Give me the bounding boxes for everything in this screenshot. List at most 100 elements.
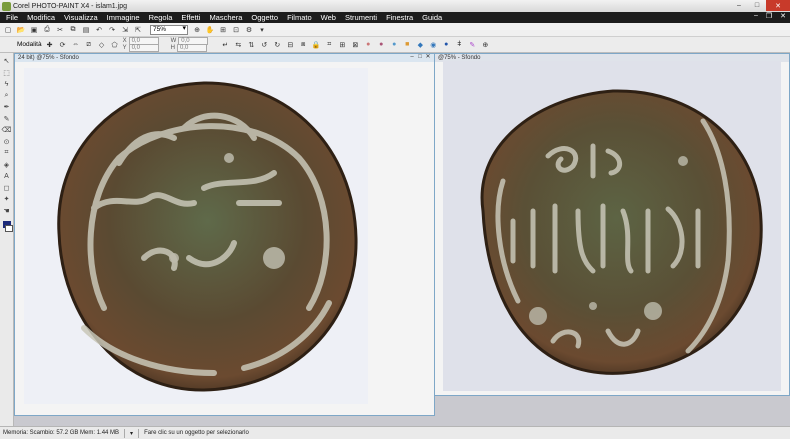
- doc1-minimize-button[interactable]: –: [408, 54, 416, 61]
- mode-normal-icon[interactable]: ✚: [45, 40, 55, 50]
- h-label: H: [170, 45, 175, 51]
- menu-finestra[interactable]: Finestra: [386, 13, 413, 22]
- zoom-tool-icon[interactable]: ⌕: [2, 91, 12, 101]
- scale-icon[interactable]: ⇔: [71, 40, 81, 50]
- zoom-icon[interactable]: ⊕: [192, 25, 202, 35]
- merge-icon[interactable]: ⊠: [350, 40, 360, 50]
- redo-icon[interactable]: ↷: [107, 25, 117, 35]
- doc1-maximize-button[interactable]: □: [416, 54, 424, 61]
- eyedropper-icon[interactable]: ✒: [2, 102, 12, 112]
- doc-close-button[interactable]: ✕: [780, 12, 786, 20]
- open-icon[interactable]: 📂: [16, 25, 26, 35]
- position-fields: X 0,0 Y 0,0: [122, 37, 165, 52]
- mask-icon[interactable]: ⬚: [2, 68, 12, 78]
- align-icon[interactable]: ⊟: [285, 40, 295, 50]
- doc1-close-button[interactable]: ✕: [424, 54, 432, 61]
- menu-visualizza[interactable]: Visualizza: [64, 13, 98, 22]
- fit-window-icon[interactable]: ⊞: [218, 25, 228, 35]
- document-window-1[interactable]: 24 bit) @75% - Sfondo – □ ✕: [14, 53, 435, 416]
- status-bar: Memoria: Scambio: 57.2 GB Mem: 1.44 MB ▾…: [0, 426, 790, 439]
- status-dropdown-icon[interactable]: ▾: [130, 430, 133, 437]
- menu-guida[interactable]: Guida: [422, 13, 442, 22]
- channel-icon[interactable]: ◆: [415, 40, 425, 50]
- doc-restore-button[interactable]: ❐: [766, 12, 772, 20]
- clone-icon[interactable]: ⊙: [2, 137, 12, 147]
- menu-modifica[interactable]: Modifica: [27, 13, 55, 22]
- menu-effetti[interactable]: Effetti: [181, 13, 200, 22]
- memory-status: Memoria: Scambio: 57.2 GB Mem: 1.44 MB: [3, 430, 120, 436]
- object-icon[interactable]: ⧈: [298, 40, 308, 50]
- paste-icon[interactable]: ▤: [81, 25, 91, 35]
- stamp-icon[interactable]: ⊕: [480, 40, 490, 50]
- shape-icon[interactable]: ◻: [2, 183, 12, 193]
- hand-icon[interactable]: ✋: [205, 25, 215, 35]
- brush-mode-icon[interactable]: ●: [376, 40, 386, 50]
- ink-icon[interactable]: ●: [441, 40, 451, 50]
- lasso-icon[interactable]: ϟ: [2, 79, 12, 89]
- undo-icon[interactable]: ↶: [94, 25, 104, 35]
- options-icon[interactable]: ⚙: [244, 25, 254, 35]
- coin-photo-obverse[interactable]: [24, 68, 368, 404]
- zoom-select[interactable]: 75%: [150, 24, 188, 35]
- menu-strumenti[interactable]: Strumenti: [345, 13, 377, 22]
- launcher-icon[interactable]: ▾: [257, 25, 267, 35]
- app-window: Corel PHOTO-PAINT X4 - islam1.jpg – □ ✕ …: [0, 0, 790, 439]
- workspace: @75% - Sfondo 24 bit) @75% - Sfondo – □ …: [14, 53, 790, 426]
- group-icon[interactable]: ⊞: [337, 40, 347, 50]
- menu-file[interactable]: File: [6, 13, 18, 22]
- print-icon[interactable]: ⎙: [42, 25, 52, 35]
- document-window-2[interactable]: @75% - Sfondo: [434, 53, 790, 396]
- effect-icon[interactable]: ✦: [2, 194, 12, 204]
- text-icon[interactable]: A: [2, 171, 12, 181]
- menu-regola[interactable]: Regola: [149, 13, 173, 22]
- menu-maschera[interactable]: Maschera: [209, 13, 242, 22]
- rotate-ccw-icon[interactable]: ↺: [259, 40, 269, 50]
- gradient-icon[interactable]: ●: [389, 40, 399, 50]
- h-field[interactable]: 0,0: [176, 44, 207, 52]
- minimize-button[interactable]: –: [730, 0, 748, 11]
- dropper-icon[interactable]: ǂ: [454, 40, 464, 50]
- mode-label: Modalità: [17, 41, 42, 48]
- full-screen-icon[interactable]: ⊡: [231, 25, 241, 35]
- pick-tool-icon[interactable]: ↖: [2, 56, 12, 66]
- y-label: Y: [122, 45, 127, 51]
- apply-icon[interactable]: ↵: [220, 40, 230, 50]
- copy-icon[interactable]: ⧉: [68, 25, 78, 35]
- size-fields: W 0,0 H 0,0: [170, 37, 215, 52]
- rotate-cw-icon[interactable]: ↻: [272, 40, 282, 50]
- maximize-button[interactable]: □: [748, 0, 766, 11]
- background-color-swatch[interactable]: [5, 225, 13, 232]
- document-1-title-text: 24 bit) @75% - Sfondo: [18, 55, 79, 61]
- new-icon[interactable]: ▢: [3, 25, 13, 35]
- eye-icon[interactable]: ◉: [428, 40, 438, 50]
- distort-icon[interactable]: ◇: [97, 40, 107, 50]
- clip-icon[interactable]: ⌗: [324, 40, 334, 50]
- menu-web[interactable]: Web: [321, 13, 336, 22]
- brush-icon[interactable]: ✎: [2, 114, 12, 124]
- skew-icon[interactable]: ⧄: [84, 40, 94, 50]
- rotate-icon[interactable]: ⟳: [58, 40, 68, 50]
- flip-v-icon[interactable]: ⇅: [246, 40, 256, 50]
- flip-h-icon[interactable]: ⇆: [233, 40, 243, 50]
- mask-mode-icon[interactable]: ■: [402, 40, 412, 50]
- fill-icon[interactable]: ◈: [2, 160, 12, 170]
- y-field[interactable]: 0,0: [128, 44, 159, 52]
- coin-obverse-image: [24, 68, 368, 404]
- menu-filmato[interactable]: Filmato: [287, 13, 312, 22]
- color-icon[interactable]: ●: [363, 40, 373, 50]
- lock-icon[interactable]: 🔒: [311, 40, 321, 50]
- save-icon[interactable]: ▣: [29, 25, 39, 35]
- doc-minimize-button[interactable]: –: [754, 12, 758, 20]
- hand-tool-icon[interactable]: ☚: [2, 206, 12, 216]
- perspective-icon[interactable]: ⬠: [110, 40, 120, 50]
- close-button[interactable]: ✕: [766, 0, 790, 11]
- menu-immagine[interactable]: Immagine: [107, 13, 140, 22]
- cut-icon[interactable]: ✂: [55, 25, 65, 35]
- export-icon[interactable]: ⇱: [133, 25, 143, 35]
- import-icon[interactable]: ⇲: [120, 25, 130, 35]
- menu-oggetto[interactable]: Oggetto: [251, 13, 278, 22]
- coin-photo-reverse[interactable]: [443, 61, 781, 391]
- eraser-icon[interactable]: ⌫: [2, 125, 12, 135]
- marker-icon[interactable]: ✎: [467, 40, 477, 50]
- crop-icon[interactable]: ⌗: [2, 148, 12, 158]
